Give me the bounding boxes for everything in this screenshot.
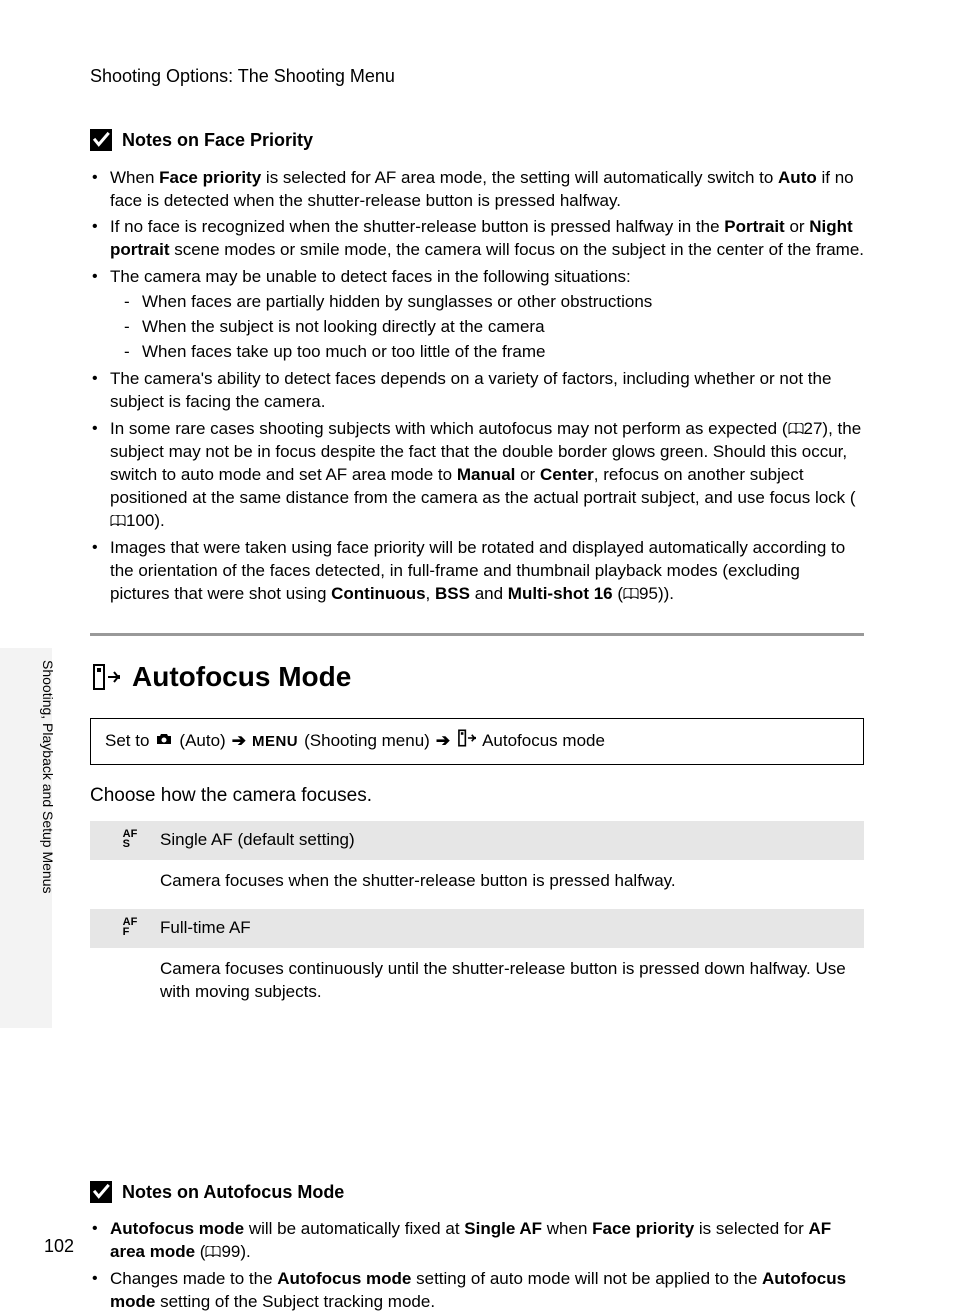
option-row-header: AFS Single AF (default setting) [90,821,864,860]
section-title: Autofocus Mode [132,658,351,696]
dash-item: When the subject is not looking directly… [124,316,864,339]
dash-item: When faces are partially hidden by sungl… [124,291,864,314]
autofocus-mode-icon [90,663,120,691]
navigation-path: Set to (Auto) ➔ MENU (Shooting menu) ➔ A… [90,718,864,765]
side-tab-label: Shooting, Playback and Setup Menus [38,660,57,894]
path-text: (Shooting menu) [304,730,430,753]
fulltime-af-icon: AFF [100,918,160,938]
bullet-item: The camera may be unable to detect faces… [90,266,864,364]
menu-label: MENU [252,732,298,752]
note-heading: Notes on Face Priority [90,128,864,152]
single-af-icon: AFS [100,830,160,850]
manual-page: Shooting, Playback and Setup Menus 102 S… [0,0,954,1314]
option-row-header: AFF Full-time AF [90,909,864,948]
bullet-item: When Face priority is selected for AF ar… [90,167,864,213]
note-title: Notes on Face Priority [122,128,313,152]
page-header: Shooting Options: The Shooting Menu [90,64,864,88]
dash-list: When faces are partially hidden by sungl… [124,291,864,364]
path-text: Autofocus mode [482,730,605,753]
option-description: Camera focuses continuously until the sh… [160,958,854,1004]
section-heading: Autofocus Mode [90,658,864,696]
option-title: Single AF (default setting) [160,829,854,852]
option-row-body: Camera focuses continuously until the sh… [90,948,864,1020]
dash-item: When faces take up too much or too littl… [124,341,864,364]
book-icon [110,511,126,523]
page-number: 102 [44,1234,74,1258]
section-intro: Choose how the camera focuses. [90,783,864,809]
bullet-item: Changes made to the Autofocus mode setti… [90,1268,864,1314]
bullet-item: The camera's ability to detect faces dep… [90,368,864,414]
option-description: Camera focuses when the shutter-release … [160,870,854,893]
note-face-priority: Notes on Face Priority When Face priorit… [90,128,864,605]
autofocus-mode-icon [456,729,476,754]
arrow-icon: ➔ [436,730,450,753]
check-icon [90,1181,112,1203]
option-title: Full-time AF [160,917,854,940]
path-text: Set to [105,730,149,753]
book-icon [623,584,639,596]
book-icon [788,419,804,431]
bullet-list: When Face priority is selected for AF ar… [90,167,864,606]
note-title: Notes on Autofocus Mode [122,1180,344,1204]
bullet-item: If no face is recognized when the shutte… [90,216,864,262]
bullet-item: In some rare cases shooting subjects wit… [90,418,864,533]
book-icon [205,1242,221,1254]
check-icon [90,129,112,151]
option-row-body: Camera focuses when the shutter-release … [90,860,864,909]
arrow-icon: ➔ [232,730,246,753]
bullet-item: Autofocus mode will be automatically fix… [90,1218,864,1264]
options-table: AFS Single AF (default setting) Camera f… [90,821,864,1020]
camera-icon [155,730,173,753]
path-text: (Auto) [179,730,225,753]
bullet-item: Images that were taken using face priori… [90,537,864,606]
bullet-list: Autofocus mode will be automatically fix… [90,1218,864,1314]
section-divider [90,633,864,636]
note-heading: Notes on Autofocus Mode [90,1180,864,1204]
note-autofocus-mode: Notes on Autofocus Mode Autofocus mode w… [90,1180,864,1314]
